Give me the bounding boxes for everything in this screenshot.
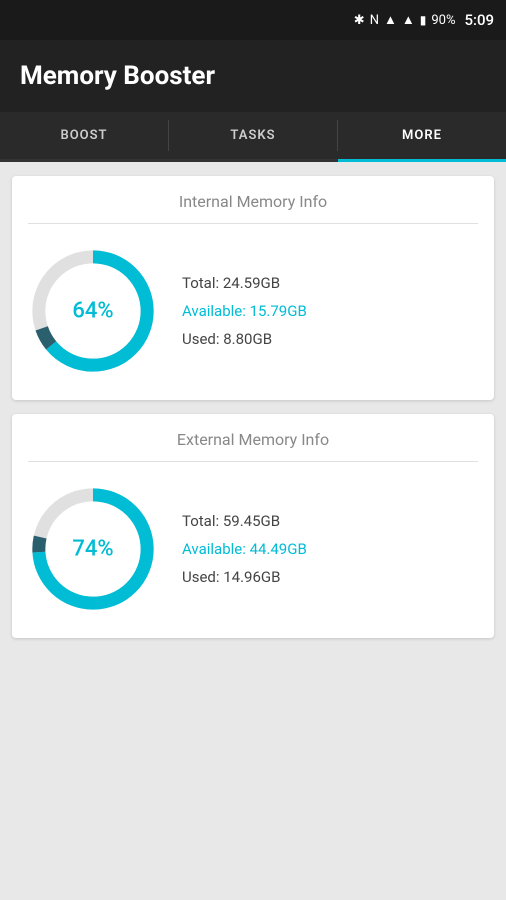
external-memory-donut: 74% (28, 484, 158, 614)
internal-available: Available: 15.79GB (182, 302, 307, 320)
external-memory-title: External Memory Info (28, 430, 478, 462)
external-used: Used: 14.96GB (182, 568, 307, 586)
status-bar: ✱ N ▲ ▲ ▮ 90% 5:09 (0, 0, 506, 40)
signal-icon: ▲ (384, 12, 397, 28)
external-memory-body: 74% Total: 59.45GB Available: 44.49GB Us… (28, 476, 478, 622)
internal-total: Total: 24.59GB (182, 274, 307, 292)
external-total: Total: 59.45GB (182, 512, 307, 530)
tab-boost[interactable]: BOOST (0, 112, 168, 159)
app-bar: Memory Booster (0, 40, 506, 112)
battery-icon: ▮ (420, 13, 427, 27)
app-title: Memory Booster (20, 61, 215, 91)
internal-memory-donut: 64% (28, 246, 158, 376)
status-icons: ✱ N ▲ ▲ ▮ 90% 5:09 (354, 11, 494, 29)
internal-memory-body: 64% Total: 24.59GB Available: 15.79GB Us… (28, 238, 478, 384)
status-time: 5:09 (464, 11, 494, 29)
wifi-icon: ▲ (402, 12, 415, 28)
tab-boost-label: BOOST (60, 128, 107, 143)
external-available: Available: 44.49GB (182, 540, 307, 558)
battery-percent: 90% (431, 13, 455, 28)
internal-memory-percent: 64% (72, 299, 113, 324)
tab-tasks-label: TASKS (230, 128, 275, 143)
internal-used: Used: 8.80GB (182, 330, 307, 348)
internal-memory-card: Internal Memory Info 64% Total: 24.59GB … (12, 176, 494, 400)
internal-memory-info: Total: 24.59GB Available: 15.79GB Used: … (182, 274, 307, 348)
internal-memory-title: Internal Memory Info (28, 192, 478, 224)
tab-tasks[interactable]: TASKS (169, 112, 337, 159)
main-content: Internal Memory Info 64% Total: 24.59GB … (0, 162, 506, 652)
tab-more[interactable]: MORE (338, 112, 506, 159)
external-memory-card: External Memory Info 74% Total: 59.45GB … (12, 414, 494, 638)
tab-more-label: MORE (402, 128, 442, 143)
bluetooth-icon: ✱ (354, 13, 365, 28)
external-memory-info: Total: 59.45GB Available: 44.49GB Used: … (182, 512, 307, 586)
external-memory-percent: 74% (72, 537, 113, 562)
nfc-icon: N (370, 13, 379, 28)
tab-bar: BOOST TASKS MORE (0, 112, 506, 162)
